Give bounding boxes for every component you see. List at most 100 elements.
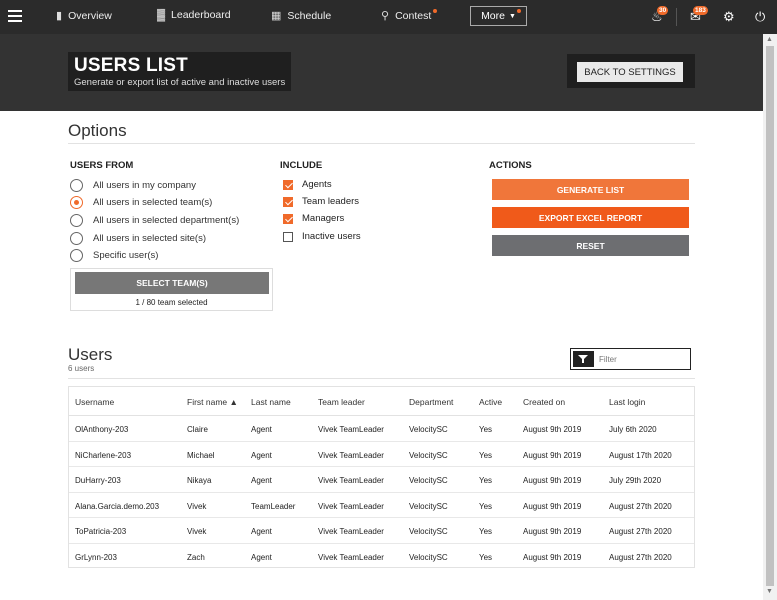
cell-first-name: Claire [187, 425, 208, 434]
include-inactive-users[interactable]: Inactive users [283, 231, 361, 242]
column-header-department[interactable]: Department [409, 397, 453, 407]
cell-last-login: July 6th 2020 [609, 425, 657, 434]
nav-item-schedule[interactable]: ▦ Schedule [271, 9, 332, 23]
power-icon[interactable]: ⏻ [755, 9, 765, 25]
radio-option-teams[interactable]: All users in selected team(s) [70, 196, 212, 209]
scroll-up-icon[interactable]: ▲ [766, 36, 773, 43]
settings-icon[interactable]: ⚙ [723, 9, 735, 25]
select-teams-button[interactable]: SELECT TEAM(S) [75, 272, 269, 294]
table-row[interactable]: Alana.Garcia.demo.203 Vivek TeamLeader Vive… [69, 493, 694, 519]
checkbox-checked[interactable] [283, 179, 293, 190]
table-row[interactable]: GrLynn-203 Zach Agent Vivek TeamLeader Veloc… [69, 544, 694, 570]
reset-button[interactable]: RESET [492, 235, 689, 256]
title-box: USERS LIST Generate or export list of ac… [68, 52, 292, 91]
options-divider [68, 143, 695, 144]
table-row[interactable]: OlAnthony-203 Claire Agent Vivek TeamLeader… [69, 416, 694, 442]
users-from-heading: USERS FROM [70, 160, 134, 171]
radio-option-specific[interactable]: Specific user(s) [70, 249, 158, 262]
cell-active: Yes [479, 501, 493, 511]
page-title: USERS LIST [74, 55, 188, 76]
cell-department: VelocitySC [409, 425, 448, 434]
checkbox-checked[interactable] [283, 213, 293, 224]
more-label: More [481, 10, 505, 22]
nav-divider [676, 8, 677, 26]
cell-created-on: August 9th 2019 [523, 450, 582, 460]
scrollbar-thumb[interactable] [766, 46, 774, 586]
filter-icon[interactable] [573, 351, 594, 367]
cell-department: VelocitySC [409, 450, 448, 460]
include-managers[interactable]: Managers [283, 213, 344, 224]
column-header-team-leader[interactable]: Team leader [318, 397, 365, 407]
page-header: USERS LIST Generate or export list of ac… [0, 34, 763, 111]
nav-item-overview[interactable]: ▮ Overview [56, 9, 112, 23]
radio-button[interactable] [70, 214, 83, 227]
page-scrollbar[interactable]: ▲ ▼ [763, 34, 777, 600]
scroll-down-icon[interactable]: ▼ [766, 588, 773, 595]
cell-username: Alana.Garcia.demo.203 [75, 501, 160, 511]
radio-label: Specific user(s) [93, 250, 159, 261]
cell-active: Yes [479, 527, 493, 537]
column-header-active[interactable]: Active [479, 397, 502, 407]
checkbox-label: Team leaders [302, 196, 360, 207]
column-header-username[interactable]: Username [75, 397, 114, 407]
checkbox[interactable] [283, 231, 293, 242]
cell-team-leader: Vivek TeamLeader [318, 553, 384, 562]
page-subtitle: Generate or export list of active and in… [74, 77, 286, 88]
nav-item-leaderboard[interactable]: ▓ Leaderboard [157, 9, 231, 21]
more-alert-dot [517, 9, 521, 13]
cell-active: Yes [479, 450, 493, 460]
cell-first-name: Vivek [187, 527, 207, 537]
nav-item-label: Schedule [287, 9, 332, 22]
cell-username: ToPatricia-203 [75, 527, 127, 537]
hamburger-menu-icon[interactable] [8, 10, 22, 22]
generate-list-button[interactable]: GENERATE LIST [492, 179, 689, 200]
radio-button[interactable] [70, 249, 83, 262]
cell-last-login: August 17th 2020 [609, 450, 672, 460]
calendar-icon: ▦ [271, 10, 282, 22]
cell-username: GrLynn-203 [75, 553, 117, 562]
back-to-settings-button[interactable]: BACK TO SETTINGS [577, 62, 683, 82]
cell-department: VelocitySC [409, 476, 448, 486]
cell-created-on: August 9th 2019 [523, 553, 582, 562]
cell-team-leader: Vivek TeamLeader [318, 425, 384, 434]
messages-badge: 183 [693, 6, 708, 15]
filter-box [570, 348, 691, 370]
cell-department: VelocitySC [409, 501, 448, 511]
include-team-leaders[interactable]: Team leaders [283, 196, 359, 207]
back-button-wrap: BACK TO SETTINGS [567, 54, 695, 88]
table-row[interactable]: ToPatricia-203 Vivek Agent Vivek TeamLeader… [69, 518, 694, 544]
table-row[interactable]: NiCharlene-203 Michael Agent Vivek TeamLead… [69, 442, 694, 468]
actions-heading: ACTIONS [489, 160, 532, 171]
checkbox-checked[interactable] [283, 196, 293, 207]
checkbox-label: Managers [302, 213, 345, 224]
filter-input[interactable] [599, 352, 687, 366]
radio-button[interactable] [70, 232, 83, 245]
column-header-first-name[interactable]: First name ▲ [187, 397, 238, 407]
cell-active: Yes [479, 476, 493, 486]
cell-first-name: Nikaya [187, 476, 212, 486]
nav-item-contest[interactable]: ⚲ Contest [381, 9, 432, 23]
column-header-last-login[interactable]: Last login [609, 397, 645, 407]
clipboard-icon: ▮ [56, 10, 63, 22]
column-header-last-name[interactable]: Last name [251, 397, 291, 407]
radio-button[interactable] [70, 179, 83, 192]
include-heading: INCLUDE [280, 160, 323, 171]
top-nav: ▮ Overview ▓ Leaderboard ▦ Schedule ⚲ Co… [0, 0, 777, 34]
nav-item-label: Contest [395, 9, 432, 22]
radio-button-selected[interactable] [70, 196, 83, 209]
cell-created-on: August 9th 2019 [523, 501, 582, 511]
cell-last-login: August 27th 2020 [609, 527, 672, 537]
radio-option-sites[interactable]: All users in selected site(s) [70, 232, 206, 245]
include-agents[interactable]: Agents [283, 179, 332, 190]
radio-option-departments[interactable]: All users in selected department(s) [70, 214, 239, 227]
table-row[interactable]: DuHarry-203 Nikaya Agent Vivek TeamLeader Ve… [69, 467, 694, 493]
cell-username: NiCharlene-203 [75, 450, 132, 460]
column-header-created-on[interactable]: Created on [523, 397, 565, 407]
radio-option-company[interactable]: All users in my company [70, 179, 196, 192]
export-excel-button[interactable]: EXPORT EXCEL REPORT [492, 207, 689, 228]
cell-last-name: Agent [251, 450, 272, 460]
cell-last-name: Agent [251, 476, 272, 486]
cell-department: VelocitySC [409, 553, 448, 562]
radio-label: All users in my company [93, 180, 196, 191]
table-header: Username First name ▲ Last name Team lea… [69, 387, 694, 416]
